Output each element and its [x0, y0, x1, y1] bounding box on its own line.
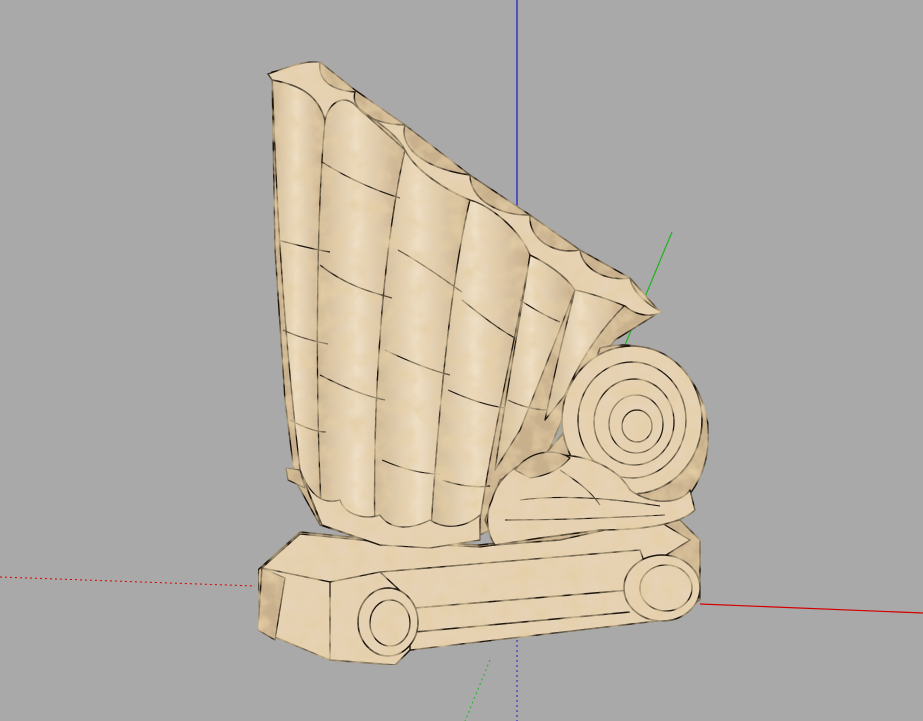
red-axis-right — [699, 603, 923, 614]
scene-canvas[interactable] — [0, 0, 923, 721]
red-axis-left — [0, 576, 256, 587]
modeling-viewport[interactable] — [0, 0, 923, 721]
green-axis-down — [464, 659, 491, 721]
ionic-capital-model[interactable] — [257, 60, 710, 666]
base-plinth[interactable] — [257, 519, 701, 666]
